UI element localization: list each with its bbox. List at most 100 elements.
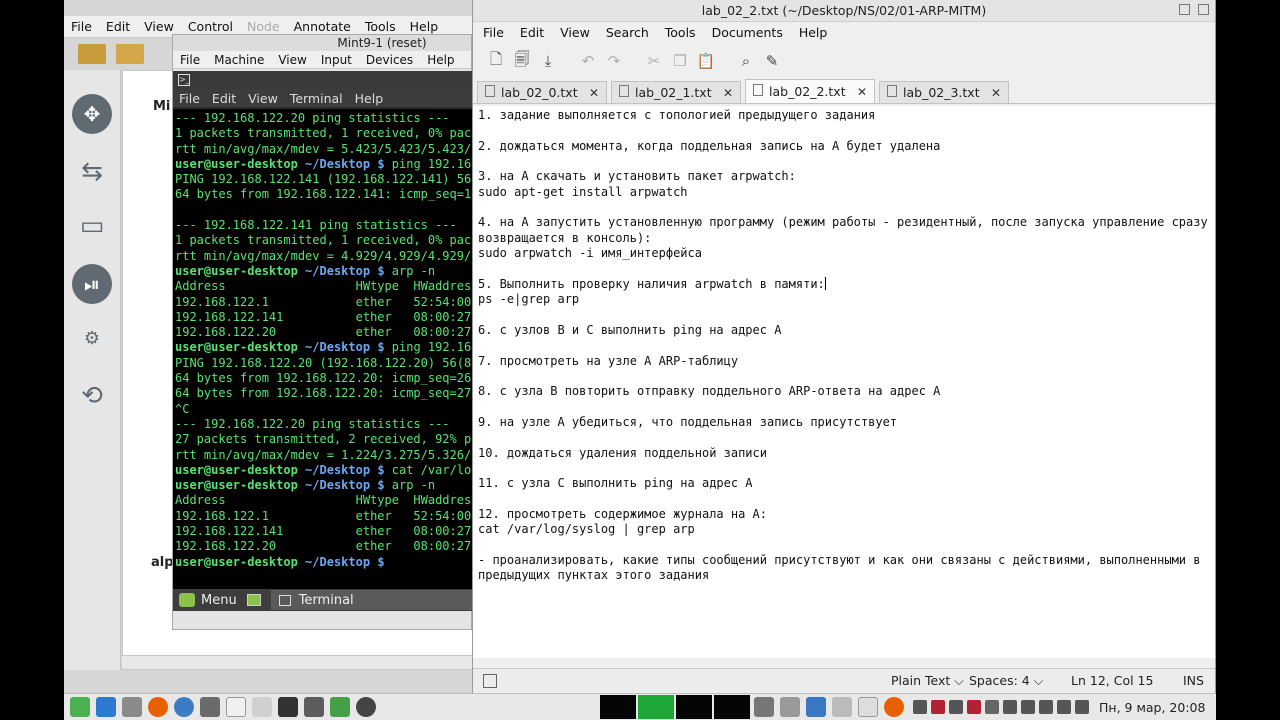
devices-icon[interactable]: ⚙ [72, 318, 112, 358]
play-pause-icon[interactable]: ⏯ [72, 264, 112, 304]
terminal-menu-terminal[interactable]: Terminal [284, 91, 349, 106]
switch-icon[interactable]: ⇆ [72, 152, 112, 192]
keyboard-icon[interactable] [985, 700, 999, 714]
wifi-icon[interactable] [1075, 700, 1089, 714]
terminal-output[interactable]: --- 192.168.122.20 ping statistics --- 1 … [173, 109, 473, 589]
open-document-icon[interactable]: 🗐 [509, 49, 535, 73]
editor-menu-view[interactable]: View [552, 25, 598, 40]
vbox-menu-input[interactable]: Input [314, 53, 359, 67]
terminal-menu-edit[interactable]: Edit [206, 91, 242, 106]
editor-menu-tools[interactable]: Tools [657, 25, 704, 40]
gns3-icon[interactable] [174, 697, 194, 717]
close-icon[interactable]: ✕ [991, 86, 1001, 100]
tab-lab-02-2[interactable]: lab_02_2.txt ✕ [745, 79, 875, 103]
virtualbox-icon[interactable] [200, 697, 220, 717]
redo-icon[interactable]: ↷ [601, 49, 627, 73]
close-icon[interactable]: ✕ [857, 85, 867, 99]
window-thumb[interactable] [638, 695, 674, 719]
gns-horizontal-scrollbar[interactable] [122, 655, 482, 669]
shield-icon[interactable] [1039, 700, 1053, 714]
indentation-selector[interactable]: Spaces: 4 ⌵ [969, 673, 1043, 689]
editor-menu-help[interactable]: Help [791, 25, 836, 40]
editor-menu-documents[interactable]: Documents [704, 25, 791, 40]
bluetooth-icon[interactable] [913, 700, 927, 714]
maximize-icon[interactable] [1198, 4, 1209, 15]
firefox-task-icon[interactable] [884, 697, 904, 717]
vbox-menu-file[interactable]: File [173, 53, 207, 67]
text-editor-icon[interactable] [226, 697, 246, 717]
editor-task-icon[interactable] [806, 697, 826, 717]
vm-menu-button[interactable]: Menu [173, 593, 243, 608]
vim-icon[interactable] [330, 697, 350, 717]
editor-menu-edit[interactable]: Edit [512, 25, 552, 40]
volume-icon[interactable] [1021, 700, 1035, 714]
editor-text-area[interactable]: 1. задание выполняется с топологией пред… [473, 106, 1215, 658]
recorder-icon[interactable] [356, 697, 376, 717]
search-icon[interactable]: ⌕ [733, 49, 759, 73]
show-desktop-icon[interactable] [246, 594, 261, 606]
terminal-menu-file[interactable]: File [173, 91, 206, 106]
terminal-command: cat /var/log/syslog [391, 462, 473, 477]
update-icon[interactable] [1057, 700, 1071, 714]
gns-menu-annotate[interactable]: Annotate [287, 19, 358, 34]
new-document-icon[interactable]: 🗋 [483, 49, 509, 73]
keyboard-layout-icon[interactable] [931, 700, 945, 714]
folder-icon[interactable] [116, 44, 144, 64]
terminal-command-line: user@user-desktop ~/Desktop $ arp -n [175, 478, 473, 493]
screenshot-icon[interactable] [252, 697, 272, 717]
syntax-selector[interactable]: Plain Text ⌵ [891, 673, 964, 689]
terminal-alt-icon[interactable] [304, 697, 324, 717]
network-app-icon[interactable] [780, 697, 800, 717]
file-manager-icon[interactable] [122, 697, 142, 717]
window-thumb[interactable] [714, 695, 750, 719]
save-icon[interactable]: ⤓ [535, 49, 561, 73]
window-thumb[interactable] [600, 695, 636, 719]
language-flag-icon[interactable] [967, 700, 981, 714]
open-folder-icon[interactable] [78, 44, 106, 64]
cut-icon[interactable]: ✂ [641, 49, 667, 73]
vbox-menu-view[interactable]: View [271, 53, 313, 67]
gns-menu-edit[interactable]: Edit [99, 19, 137, 34]
vm-task-terminal[interactable]: Terminal [270, 590, 473, 610]
terminal-menu-help[interactable]: Help [349, 91, 390, 106]
gns-menu-help[interactable]: Help [403, 19, 446, 34]
window-task-icon[interactable] [832, 697, 852, 717]
tab-lab-02-3[interactable]: lab_02_3.txt ✕ [879, 81, 1009, 103]
close-icon[interactable]: ✕ [723, 86, 733, 100]
vbox-menu-machine[interactable]: Machine [207, 53, 271, 67]
mint-menu-icon[interactable] [70, 697, 90, 717]
prompt-user: user@user-desktop [175, 263, 298, 278]
replace-icon[interactable]: ✎ [759, 49, 785, 73]
text-task-icon[interactable] [858, 697, 878, 717]
vbox-task-icon[interactable] [754, 697, 774, 717]
gns-menu-tools[interactable]: Tools [358, 19, 403, 34]
vm-display[interactable]: >_ File Edit View Terminal Help --- 192.… [173, 71, 473, 611]
window-thumb[interactable] [676, 695, 712, 719]
tab-lab-02-1[interactable]: lab_02_1.txt ✕ [611, 81, 741, 103]
editor-menu-search[interactable]: Search [598, 25, 657, 40]
clock[interactable]: Пн, 9 мар, 20:08 [1099, 700, 1205, 715]
undo-icon[interactable]: ↶ [575, 49, 601, 73]
firefox-icon[interactable] [148, 697, 168, 717]
microphone-icon[interactable] [1003, 700, 1017, 714]
cable-icon[interactable]: ⟲ [72, 376, 112, 416]
minimize-icon[interactable] [1179, 4, 1190, 15]
close-icon[interactable]: ✕ [589, 86, 599, 100]
editor-menu-file[interactable]: File [475, 25, 512, 40]
terminal-icon[interactable] [278, 697, 298, 717]
paste-icon[interactable]: 📋 [693, 49, 719, 73]
monitor-icon[interactable]: ▭ [72, 206, 112, 246]
network-icon[interactable] [949, 700, 963, 714]
side-panel-icon[interactable] [483, 673, 497, 688]
move-icon[interactable]: ✥ [72, 94, 112, 134]
show-desktop-icon[interactable] [96, 697, 116, 717]
gns-menu-control[interactable]: Control [181, 19, 240, 34]
gns-menu-view[interactable]: View [137, 19, 181, 34]
gns-menu-file[interactable]: File [64, 19, 99, 34]
copy-icon[interactable]: ❐ [667, 49, 693, 73]
vbox-menu-help[interactable]: Help [420, 53, 461, 67]
tab-lab-02-0[interactable]: lab_02_0.txt ✕ [477, 81, 607, 103]
vbox-menu-devices[interactable]: Devices [359, 53, 420, 67]
terminal-command: ping 192.168.122.141 -c 1 [391, 156, 473, 171]
terminal-menu-view[interactable]: View [242, 91, 284, 106]
